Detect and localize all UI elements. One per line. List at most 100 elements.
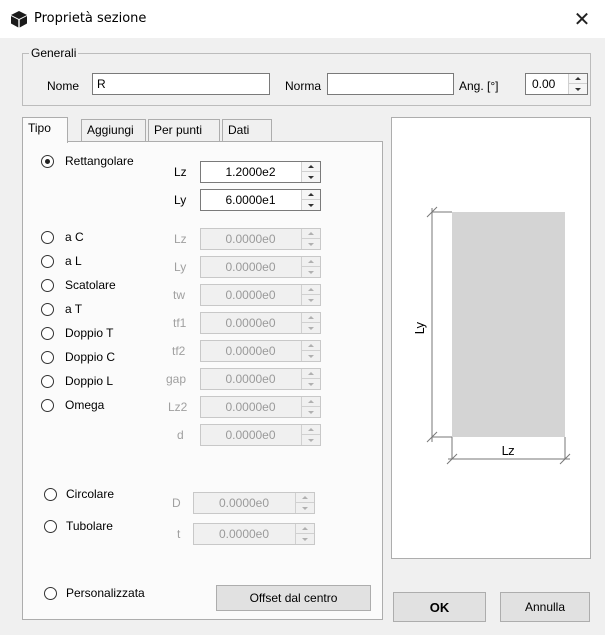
radio-tubolare[interactable]: [44, 520, 57, 533]
circ-d-label: D: [172, 496, 181, 510]
prof-d-spinner[interactable]: 0.0000e0: [200, 424, 321, 446]
arrow-down-icon: [308, 175, 314, 179]
circ-t-value: 0.0000e0: [218, 527, 270, 541]
label-rettangolare: Rettangolare: [65, 154, 134, 168]
arrow-down-icon: [308, 410, 314, 414]
cube-icon: [11, 11, 27, 28]
radio-doppio-l[interactable]: [41, 375, 54, 388]
arrow-down-icon: [302, 506, 308, 510]
label-a-t: a T: [65, 302, 83, 316]
rect-lz-down[interactable]: [302, 172, 320, 182]
radio-a-t[interactable]: [41, 303, 54, 316]
prof-tf1-value: 0.0000e0: [225, 316, 276, 330]
tab-per-punti[interactable]: Per punti: [148, 119, 220, 141]
arrow-up-icon: [308, 193, 314, 196]
prof-lz-spinner[interactable]: 0.0000e0: [200, 228, 321, 250]
offset-button[interactable]: Offset dal centro: [216, 585, 371, 611]
radio-a-l[interactable]: [41, 255, 54, 268]
prof-tf2-label: tf2: [172, 344, 186, 358]
arrow-up-icon: [308, 165, 314, 168]
arrow-up-icon: [308, 316, 314, 319]
arrow-down-icon: [308, 382, 314, 386]
nome-input[interactable]: R: [92, 73, 270, 95]
prof-lz-label: Lz: [174, 232, 187, 246]
arrow-down-icon: [308, 270, 314, 274]
prof-tf1-spinner[interactable]: 0.0000e0: [200, 312, 321, 334]
ang-down-button[interactable]: [569, 84, 587, 94]
rect-lz-value: 1.2000e2: [225, 165, 276, 179]
label-a-c: a C: [65, 230, 84, 244]
prof-tf2-spinner[interactable]: 0.0000e0: [200, 340, 321, 362]
prof-gap-label: gap: [166, 372, 187, 386]
arrow-up-icon: [302, 496, 308, 499]
arrow-up-icon: [308, 232, 314, 235]
generali-legend: Generali: [31, 46, 77, 60]
label-scatolare: Scatolare: [65, 278, 116, 292]
arrow-down-icon: [302, 537, 308, 541]
norma-input[interactable]: [327, 73, 454, 95]
radio-a-c[interactable]: [41, 231, 54, 244]
label-circolare: Circolare: [66, 487, 115, 501]
annulla-button[interactable]: Annulla: [500, 592, 590, 622]
prof-lz2-spinner[interactable]: 0.0000e0: [200, 396, 321, 418]
arrow-down-icon: [308, 438, 314, 442]
radio-rettangolare[interactable]: [41, 155, 54, 168]
arrow-up-icon: [308, 428, 314, 431]
prof-ly-label: Ly: [174, 260, 187, 274]
prof-lz-value: 0.0000e0: [225, 232, 276, 246]
arrow-down-icon: [575, 87, 581, 91]
rect-lz-label: Lz: [174, 165, 187, 179]
radio-omega[interactable]: [41, 399, 54, 412]
rect-ly-down[interactable]: [302, 200, 320, 210]
dim-ly-label: Ly: [413, 322, 427, 335]
rect-lz-spinner[interactable]: 1.2000e2: [200, 161, 321, 183]
prof-ly-spinner[interactable]: 0.0000e0: [200, 256, 321, 278]
arrow-up-icon: [302, 527, 308, 530]
radio-doppio-t[interactable]: [41, 327, 54, 340]
prof-ly-value: 0.0000e0: [225, 260, 276, 274]
arrow-up-icon: [308, 372, 314, 375]
circ-t-spinner[interactable]: 0.0000e0: [193, 523, 315, 545]
radio-doppio-c[interactable]: [41, 351, 54, 364]
tab-tipo[interactable]: Tipo: [22, 117, 68, 143]
label-a-l: a L: [65, 254, 82, 268]
section-drawing: Ly Lz: [413, 206, 571, 465]
arrow-up-icon: [308, 344, 314, 347]
dim-lz-label: Lz: [502, 444, 515, 458]
radio-circolare[interactable]: [44, 488, 57, 501]
prof-tf1-label: tf1: [173, 316, 187, 330]
rect-ly-spinner[interactable]: 6.0000e1: [200, 189, 321, 211]
prof-tf2-value: 0.0000e0: [225, 344, 276, 358]
arrow-down-icon: [308, 203, 314, 207]
close-icon: ✕: [573, 7, 591, 31]
arrow-up-icon: [308, 400, 314, 403]
radio-personalizzata[interactable]: [44, 587, 57, 600]
ang-label: Ang. [°]: [459, 79, 499, 93]
tab-aggiungi[interactable]: Aggiungi: [81, 119, 146, 141]
close-button[interactable]: ✕: [559, 0, 605, 38]
section-rectangle: [452, 212, 565, 437]
rect-lz-up[interactable]: [302, 162, 320, 172]
window-title: Proprietà sezione: [34, 11, 147, 26]
dimension-ly: [426, 206, 452, 443]
prof-tw-spinner[interactable]: 0.0000e0: [200, 284, 321, 306]
radio-scatolare[interactable]: [41, 279, 54, 292]
prof-gap-spinner[interactable]: 0.0000e0: [200, 368, 321, 390]
arrow-down-icon: [308, 354, 314, 358]
rect-ly-up[interactable]: [302, 190, 320, 200]
prof-gap-value: 0.0000e0: [225, 372, 276, 386]
ok-button[interactable]: OK: [393, 592, 486, 622]
circ-d-spinner[interactable]: 0.0000e0: [193, 492, 315, 514]
label-tubolare: Tubolare: [66, 519, 113, 533]
tab-dati[interactable]: Dati: [222, 119, 272, 141]
label-doppio-t: Doppio T: [65, 326, 114, 340]
circ-t-label: t: [177, 527, 181, 541]
circ-d-value: 0.0000e0: [218, 496, 270, 510]
ang-value: 0.00: [532, 77, 556, 91]
ang-up-button[interactable]: [569, 74, 587, 84]
label-doppio-c: Doppio C: [65, 350, 116, 364]
prof-d-label: d: [177, 428, 184, 442]
prof-tw-label: tw: [173, 288, 185, 302]
arrow-down-icon: [308, 326, 314, 330]
ang-spinner[interactable]: 0.00: [525, 73, 588, 95]
